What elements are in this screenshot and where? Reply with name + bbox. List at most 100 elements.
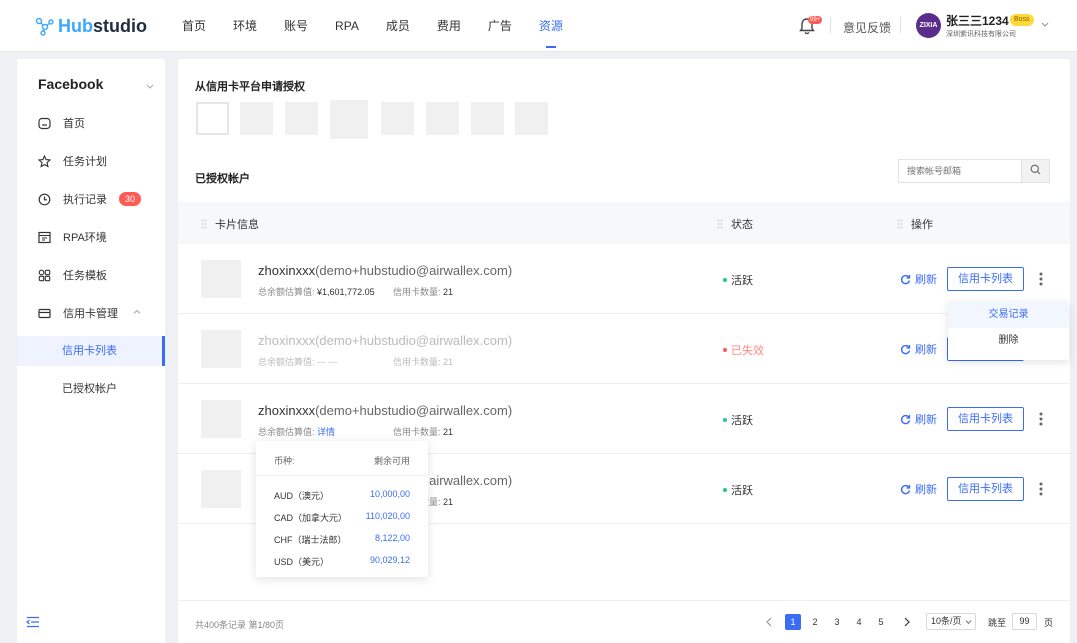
auth-section-title: 从信用卡平台申请授权 [195, 81, 305, 93]
page-size-select[interactable]: 10条/页 [926, 613, 976, 630]
card-count: 信用卡数量: 21 [393, 355, 453, 368]
page-number[interactable]: 3 [829, 614, 845, 630]
drag-handle-icon[interactable] [717, 219, 723, 229]
sidebar-item-label: RPA环境 [63, 232, 107, 244]
count-value: 21 [443, 497, 454, 507]
nav-item[interactable]: 资源 [527, 0, 575, 52]
sidebar-item-task-template[interactable]: 任务模板 [17, 260, 165, 290]
brand-name: Hubstudio [58, 15, 147, 36]
account-title: zhoxinxxx(demo+hubstudio@airwallex.com) [258, 263, 512, 278]
auth-platform-option[interactable] [515, 102, 548, 135]
prev-page-icon[interactable] [761, 614, 777, 630]
user-name[interactable]: 张三三1234 [946, 12, 1009, 29]
sidebar-item-home[interactable]: 首页 [17, 108, 165, 138]
account-email: (demo+hubstudio@airwallex.com) [315, 263, 513, 278]
auth-platform-option[interactable] [196, 102, 229, 135]
auth-platform-option[interactable] [381, 102, 414, 135]
search-button[interactable] [1021, 160, 1049, 182]
count-label: 信用卡数量: [393, 287, 441, 297]
currency-row: CHF（瑞士法郎） 8,122,00 [256, 529, 428, 550]
pagination-bar: 共400条记录 第1/80页 12345 10条/页 跳至 99 页 [178, 600, 1070, 643]
refresh-button[interactable]: 刷新 [900, 481, 937, 497]
auth-platform-option[interactable] [285, 102, 318, 135]
sidebar-item-task-plan[interactable]: 任务计划 [17, 146, 165, 176]
account-email: (demo+hubstudio@airwallex.com) [315, 403, 513, 418]
nav-item[interactable]: 广告 [476, 0, 524, 52]
refresh-button[interactable]: 刷新 [900, 271, 937, 287]
credit-card-icon [38, 307, 51, 320]
page-number[interactable]: 4 [851, 614, 867, 630]
chevron-up-icon[interactable] [132, 306, 142, 320]
sidebar-subitem-card-list[interactable]: 信用卡列表 [17, 336, 165, 366]
sidebar-item-exec-records[interactable]: 执行记录 30 [17, 184, 165, 214]
currency-name: CAD（加拿大元） [274, 513, 348, 523]
sidebar-item-label: 信用卡管理 [63, 308, 118, 320]
feedback-link[interactable]: 意见反馈 [843, 19, 891, 36]
refresh-button[interactable]: 刷新 [900, 411, 937, 427]
clock-icon [38, 193, 51, 206]
card-list-button[interactable]: 信用卡列表 [947, 407, 1024, 431]
nav-item[interactable]: 费用 [425, 0, 473, 52]
goto-page-input[interactable]: 99 [1012, 613, 1037, 630]
page-unit-label: 页 [1044, 618, 1054, 628]
sidebar-item-label: 任务模板 [63, 270, 107, 282]
account-title: zhoxinxxx(demo+hubstudio@airwallex.com) [258, 403, 512, 418]
drag-handle-icon[interactable] [897, 219, 903, 229]
search-input[interactable] [899, 160, 1021, 182]
star-icon [37, 154, 52, 168]
drag-handle-icon[interactable] [201, 219, 207, 229]
balance-detail-popover: 币种: 剩余可用 AUD（澳元） 10,000,00 CAD（加拿大元） 110,02… [256, 441, 428, 577]
menu-item-delete[interactable]: 删除 [948, 328, 1069, 354]
sidebar-item-rpa-env[interactable]: RPA环境 [17, 222, 165, 252]
sidebar-item-card-management[interactable]: 信用卡管理 [17, 298, 165, 328]
auth-platform-option[interactable] [240, 102, 273, 135]
auth-platform-option[interactable] [471, 102, 504, 135]
more-vertical-icon[interactable] [1036, 480, 1046, 498]
search-box [898, 159, 1050, 183]
sidebar-item-label: 首页 [63, 118, 85, 130]
account-name: zhoxinxxx [258, 263, 316, 278]
refresh-button[interactable]: 刷新 [900, 341, 937, 357]
notification-badge: 99+ [808, 16, 823, 24]
status-badge: 活跃 [723, 482, 753, 498]
currency-amount: 8,122,00 [374, 533, 410, 543]
next-page-icon[interactable] [899, 614, 915, 630]
status-dot-icon [723, 278, 727, 282]
page-number[interactable]: 1 [785, 614, 801, 630]
auth-platform-option[interactable] [426, 102, 459, 135]
status-text: 活跃 [731, 415, 753, 427]
menu-item-transaction-records[interactable]: 交易记录 [948, 302, 1069, 328]
nav-item[interactable]: 首页 [170, 0, 218, 52]
nav-item[interactable]: 账号 [272, 0, 320, 52]
nav-item[interactable]: 成员 [374, 0, 422, 52]
nav-item[interactable]: 环境 [221, 0, 269, 52]
page-number[interactable]: 2 [807, 614, 823, 630]
avatar[interactable]: ZIXIA [916, 13, 941, 38]
status-dot-icon [723, 488, 727, 492]
page-number[interactable]: 5 [873, 614, 889, 630]
card-count: 信用卡数量: 21 [393, 285, 453, 298]
count-label: 信用卡数量: [393, 357, 441, 367]
balance-detail-link[interactable]: 详情 [317, 427, 335, 437]
hubstudio-logo-icon [34, 15, 56, 37]
sidebar-title[interactable]: Facebook [38, 76, 103, 92]
card-list-button[interactable]: 信用卡列表 [947, 267, 1024, 291]
column-header-label: 卡片信息 [215, 219, 259, 231]
collapse-sidebar-icon[interactable] [26, 616, 40, 628]
popover-col-available: 剩余可用 [373, 456, 410, 466]
page-size-value: 10条/页 [931, 616, 962, 626]
user-company: 深圳紫讯科技有限公司 [946, 31, 1016, 38]
more-vertical-icon[interactable] [1036, 410, 1046, 428]
auth-platform-option[interactable] [330, 100, 368, 139]
record-total: 共400条记录 第1/80页 [195, 620, 285, 630]
brand-logo[interactable]: Hubstudio [34, 14, 147, 38]
card-list-button[interactable]: 信用卡列表 [947, 477, 1024, 501]
chevron-down-icon[interactable] [145, 80, 155, 90]
sidebar-subitem-authorized-accounts[interactable]: 已授权帐户 [17, 374, 165, 404]
nav-item[interactable]: RPA [323, 0, 371, 52]
more-vertical-icon[interactable] [1036, 270, 1046, 288]
account-meta: 总余额估算值: 详情 信用卡数量: 21 [258, 425, 453, 438]
chevron-down-icon[interactable] [1040, 18, 1050, 28]
currency-row: CAD（加拿大元） 110,020,00 [256, 507, 428, 528]
top-header: Hubstudio 首页 环境 账号 RPA 成员 费用 广告 资源 99+ 意见反馈 ZIX… [0, 0, 1077, 52]
